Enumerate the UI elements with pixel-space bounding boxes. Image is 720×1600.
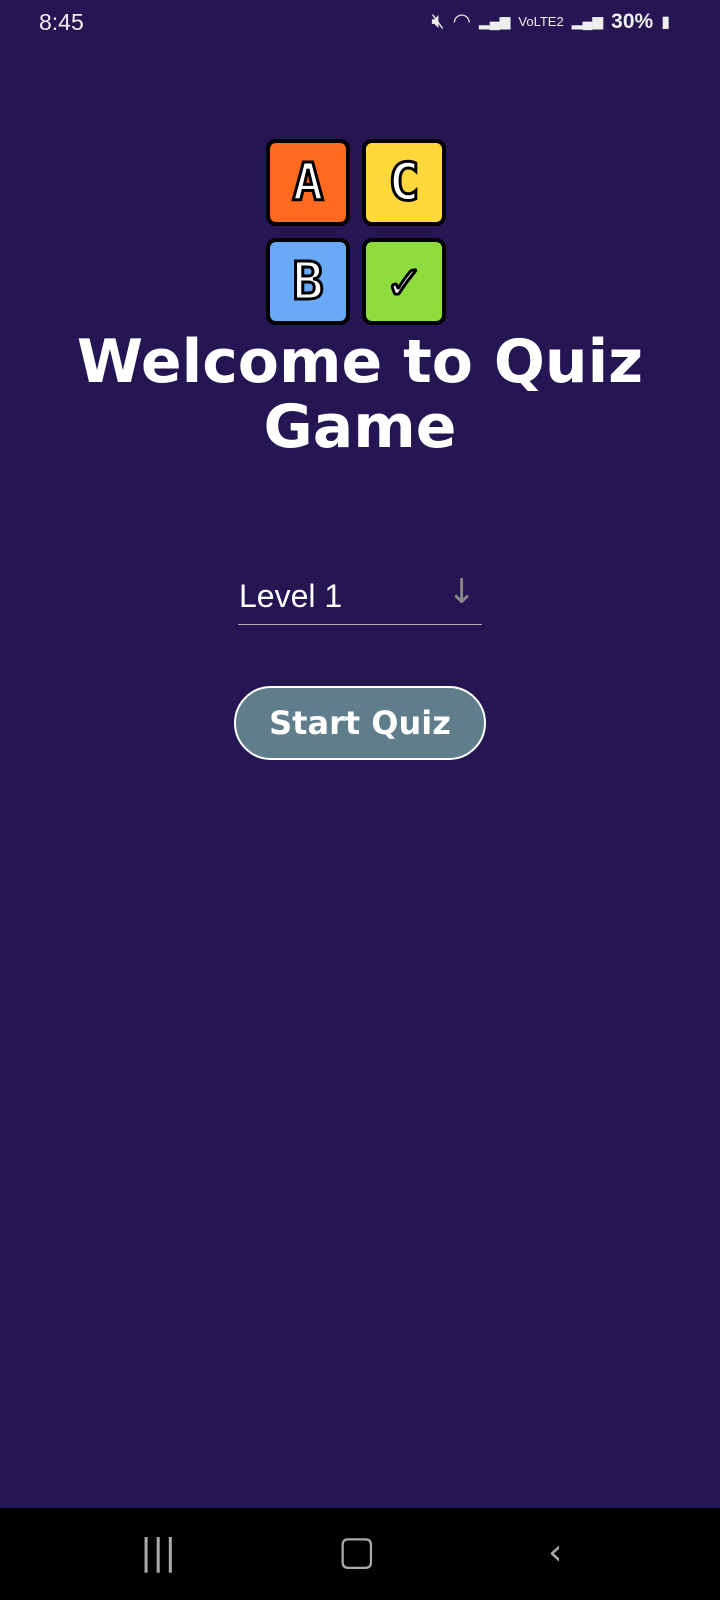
battery-percent: 30% xyxy=(611,9,654,33)
navigation-bar: ||| ▢ ‹ xyxy=(0,1508,720,1600)
mute-vibrate-icon: 🔇︎ xyxy=(431,9,445,33)
battery-charging-icon: ▮ xyxy=(661,13,670,31)
logo-tile-a: A xyxy=(266,139,350,226)
signal-icon-2: ▂▄▆ xyxy=(571,13,604,29)
recent-apps-icon[interactable]: ||| xyxy=(140,1532,176,1573)
volte-label: VoLTE2 xyxy=(518,14,564,29)
back-icon[interactable]: ‹ xyxy=(548,1532,562,1573)
status-icons: 🔇︎ ◠ ▂▄▆ VoLTE2 ▂▄▆ 30% ▮ xyxy=(431,9,670,34)
level-dropdown[interactable]: Level 1 ↓ xyxy=(238,570,482,625)
arrow-down-icon: ↓ xyxy=(447,572,477,612)
wifi-icon: ◠ xyxy=(452,10,471,33)
check-icon: ✓ xyxy=(362,238,446,325)
clock: 8:45 xyxy=(39,9,84,35)
page-title: Welcome to Quiz Game xyxy=(76,327,644,462)
start-quiz-button[interactable]: Start Quiz xyxy=(234,686,486,760)
quiz-logo: A C B ✓ xyxy=(266,139,452,325)
status-bar: 8:45 🔇︎ ◠ ▂▄▆ VoLTE2 ▂▄▆ 30% ▮ xyxy=(0,0,720,48)
level-selected-value: Level 1 xyxy=(239,578,343,614)
home-icon[interactable]: ▢ xyxy=(338,1528,376,1574)
signal-icon: ▂▄▆ xyxy=(478,13,511,29)
logo-tile-b: B xyxy=(266,238,350,325)
logo-tile-c: C xyxy=(362,139,446,226)
